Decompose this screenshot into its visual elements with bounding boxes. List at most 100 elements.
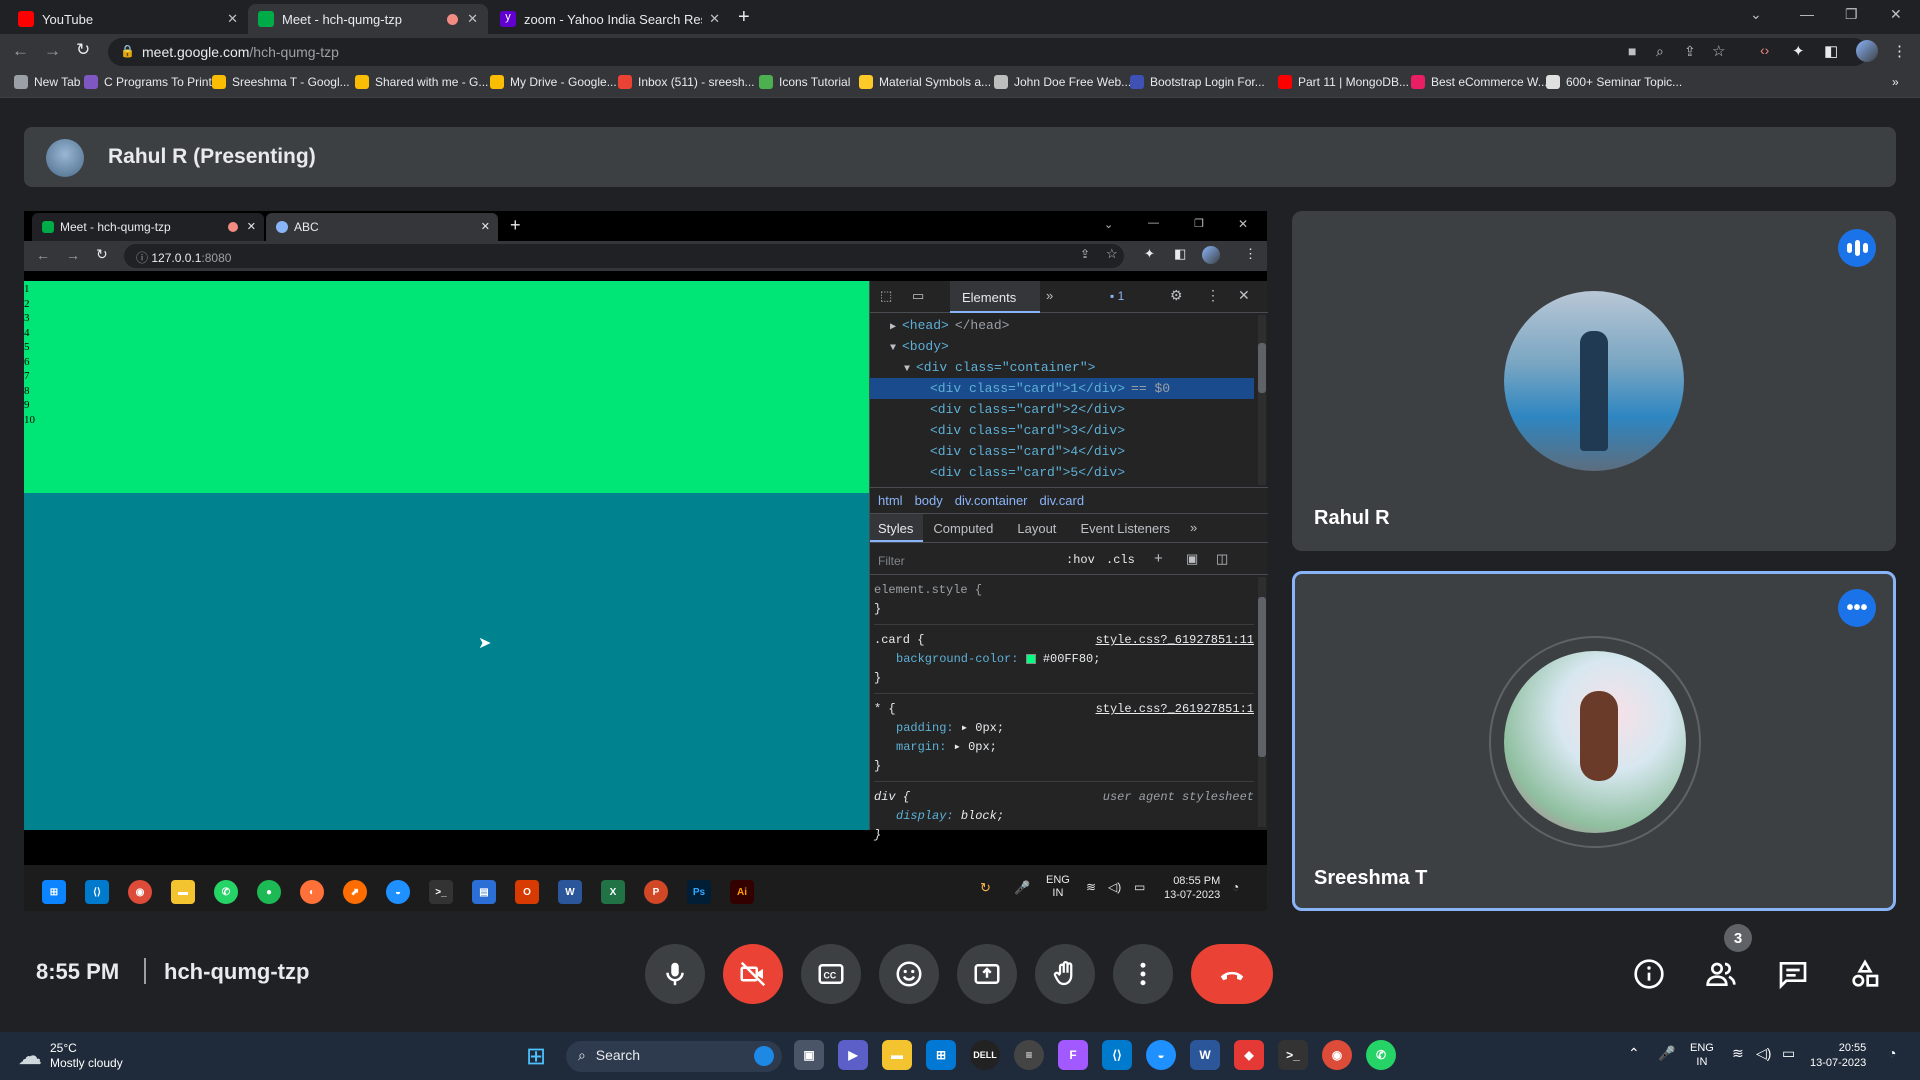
settings-icon[interactable]: ⚙ [1170, 287, 1183, 304]
inner-app-icon[interactable]: ● [257, 880, 281, 904]
color-swatch[interactable] [1025, 653, 1036, 664]
inner-volume-icon[interactable]: ◁) [1108, 880, 1121, 894]
reload-icon[interactable]: ↻ [96, 246, 108, 263]
whatsapp-icon[interactable]: ✆ [1366, 1040, 1396, 1070]
hov-toggle[interactable]: :hov [1066, 553, 1095, 567]
present-button[interactable] [957, 944, 1017, 1004]
bookmark-item[interactable]: John Doe Free Web... [994, 75, 1131, 89]
camera-icon[interactable]: ■ [1628, 43, 1636, 59]
dom-node[interactable]: <div class="card">1</div> == $0 [870, 378, 1254, 399]
bookmark-item[interactable]: Icons Tutorial [759, 75, 850, 89]
tab-elements[interactable]: Elements [950, 281, 1040, 313]
menu-icon[interactable]: ⋮ [1244, 246, 1257, 262]
menu-icon[interactable]: ⋮ [1892, 42, 1907, 60]
vscode-icon[interactable]: ⟨⟩ [1102, 1040, 1132, 1070]
star-icon[interactable]: ☆ [1106, 246, 1118, 262]
inner-photoshop-icon[interactable]: Ps [687, 880, 711, 904]
new-tab-button[interactable]: + [510, 215, 521, 236]
breadcrumb-item[interactable]: html [878, 493, 903, 511]
device-toolbar-icon[interactable]: ▭ [912, 288, 924, 304]
dom-node[interactable]: <div class="card">4</div> [870, 441, 1254, 462]
tab-meet[interactable]: Meet - hch-qumg-tzp ✕ [248, 4, 488, 34]
bookmark-item[interactable]: Bootstrap Login For... [1130, 75, 1265, 89]
terminal-icon[interactable]: >_ [1278, 1040, 1308, 1070]
dom-node[interactable]: ▼ <body> [870, 336, 1254, 357]
activities-button[interactable] [1843, 952, 1887, 996]
extensions-icon[interactable]: ✦ [1144, 246, 1155, 262]
css-value[interactable]: 0px; [975, 721, 1004, 735]
star-icon[interactable]: ☆ [1712, 42, 1725, 60]
app-icon[interactable]: ≡ [1014, 1040, 1044, 1070]
styles-scrollbar[interactable] [1258, 577, 1266, 827]
back-icon[interactable]: ← [36, 247, 50, 263]
inner-files-icon[interactable]: ▤ [472, 880, 496, 904]
battery-icon[interactable]: ▭ [1782, 1045, 1795, 1062]
more-icon[interactable]: ⋮ [1206, 287, 1220, 304]
close-icon[interactable]: ✕ [227, 11, 238, 27]
styles-subtab[interactable]: Layout [1007, 514, 1070, 542]
bookmark-item[interactable]: C Programs To Print... [84, 75, 222, 89]
bookmark-item[interactable]: New Tab [14, 75, 80, 89]
mic-icon[interactable]: 🎤 [1658, 1045, 1675, 1062]
more-options-icon[interactable]: ••• [1838, 589, 1876, 627]
dom-scrollbar[interactable] [1258, 315, 1266, 485]
weather-icon[interactable]: ☁ [18, 1042, 42, 1071]
chrome-icon[interactable]: ◉ [1322, 1040, 1352, 1070]
notification-icon[interactable]: ◔ [1888, 1045, 1896, 1061]
inner-update-icon[interactable]: ↻ [980, 880, 991, 896]
zoom-icon[interactable]: ⌕ [1656, 43, 1664, 60]
breadcrumb-item[interactable]: div.card [1040, 493, 1085, 511]
taskbar-search[interactable]: ⌕ Search [566, 1041, 782, 1072]
inner-excel-icon[interactable]: X [601, 880, 625, 904]
bookmark-item[interactable]: My Drive - Google... [490, 75, 617, 89]
bookmark-item[interactable]: Shared with me - G... [355, 75, 488, 89]
word-icon[interactable]: W [1190, 1040, 1220, 1070]
close-devtools-icon[interactable]: ✕ [1238, 287, 1250, 304]
chat-button[interactable] [1771, 952, 1815, 996]
extensions-icon[interactable]: ✦ [1792, 42, 1805, 60]
leave-call-button[interactable] [1191, 944, 1273, 1004]
breadcrumb-item[interactable]: div.container [955, 493, 1028, 511]
bookmark-item[interactable]: Inbox (511) - sreesh... [618, 75, 755, 89]
css-value[interactable]: #00FF80; [1043, 652, 1101, 666]
forward-icon[interactable]: → [66, 247, 80, 263]
inspect-icon[interactable]: ⬚ [880, 288, 892, 304]
participant-tile-rahul[interactable]: Rahul R [1292, 211, 1896, 551]
inner-folder-icon[interactable]: ▬ [171, 880, 195, 904]
tab-yahoo[interactable]: y zoom - Yahoo India Search Resul ✕ [490, 4, 730, 34]
dom-node[interactable]: <div class="card">5</div> [870, 462, 1254, 483]
breadcrumb-item[interactable]: body [915, 493, 943, 511]
meeting-details-button[interactable] [1627, 952, 1671, 996]
inner-address-bar[interactable]: ⓘ 127.0.0.1:8080 [124, 244, 1124, 268]
dom-node[interactable]: ▼ <div class="container"> [870, 357, 1254, 378]
bookmark-item[interactable]: Best eCommerce W... [1411, 75, 1548, 89]
restore-button[interactable]: ❐ [1194, 217, 1204, 230]
tab-search-icon[interactable]: ⌄ [1104, 218, 1113, 231]
reload-icon[interactable]: ↻ [76, 40, 90, 60]
edge-icon[interactable]: ◒ [1146, 1040, 1176, 1070]
system-clock[interactable]: 20:55 13-07-2023 [1810, 1041, 1866, 1071]
side-panel-icon[interactable]: ◧ [1824, 42, 1838, 60]
weather-widget[interactable]: 25°C Mostly cloudy [50, 1041, 123, 1071]
wifi-icon[interactable]: ≋ [1732, 1045, 1744, 1062]
bookmark-item[interactable]: Part 11 | MongoDB... [1278, 75, 1409, 89]
profile-avatar[interactable] [1202, 246, 1220, 264]
back-icon[interactable]: ← [12, 41, 29, 61]
bookmark-item[interactable]: Material Symbols a... [859, 75, 991, 89]
share-icon[interactable]: ⇪ [1080, 247, 1090, 261]
show-hidden-icon[interactable]: ⌃ [1628, 1045, 1640, 1062]
inner-mic-icon[interactable]: 🎤 [1014, 880, 1030, 896]
styles-subtab[interactable]: Computed [923, 514, 1007, 542]
sidebar-toggle-icon[interactable]: ◫ [1216, 551, 1228, 567]
paint-icon[interactable]: ▣ [1186, 551, 1198, 567]
inner-office-icon[interactable]: O [515, 880, 539, 904]
inner-language[interactable]: ENG IN [1046, 874, 1070, 900]
inner-notification-icon[interactable]: ◔ [1232, 880, 1239, 894]
bookmark-item[interactable]: Sreeshma T - Googl... [212, 75, 350, 89]
address-bar[interactable]: 🔒 meet.google.com/hch-qumg-tzp ■ ⌕ ⇪ ☆ [108, 38, 1868, 66]
anydesk-icon[interactable]: ◆ [1234, 1040, 1264, 1070]
issues-badge[interactable]: ▪ 1 [1110, 289, 1124, 303]
task-view-icon[interactable]: ▣ [794, 1040, 824, 1070]
file-explorer-icon[interactable]: ▬ [882, 1040, 912, 1070]
captions-button[interactable]: CC [801, 944, 861, 1004]
